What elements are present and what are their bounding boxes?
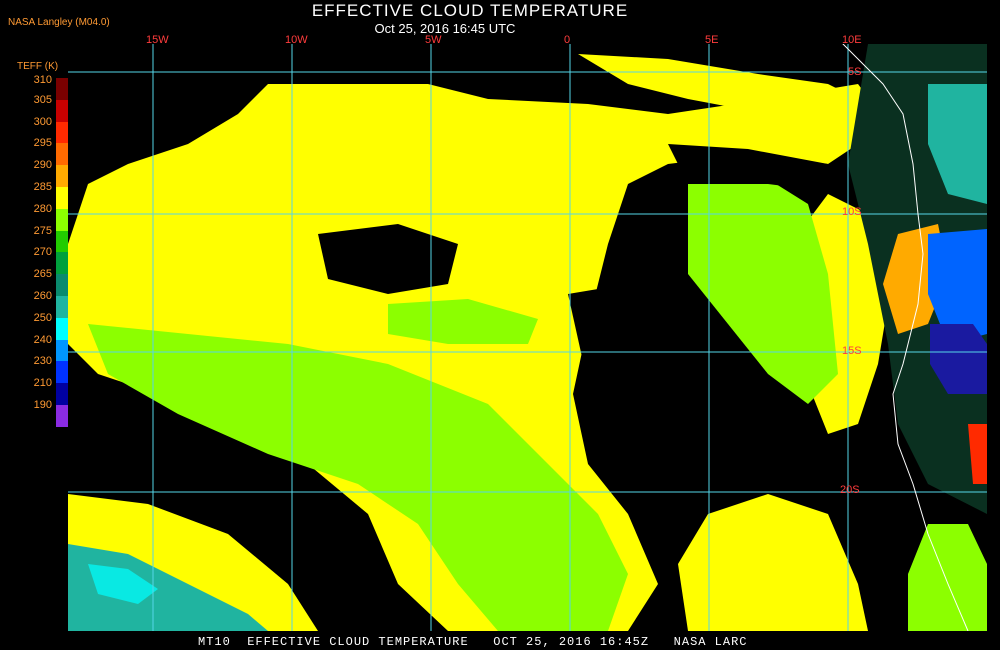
- legend-label-230: 230: [33, 355, 52, 368]
- lon-label-10w: 10W: [285, 34, 308, 46]
- lon-label-0: 0: [564, 34, 571, 46]
- lat-label-10s: 10S: [842, 206, 862, 218]
- lon-label-15w: 15W: [146, 34, 169, 46]
- legend-label-280: 280: [33, 202, 52, 215]
- lon-label-10e: 10E: [842, 34, 862, 46]
- satellite-map[interactable]: [68, 44, 987, 631]
- legend-label-285: 285: [33, 181, 52, 193]
- legend-label-265: 265: [33, 268, 52, 281]
- legend-label-295: 295: [33, 137, 52, 150]
- legend-label-300: 300: [33, 115, 52, 128]
- legend-label-310: 310: [33, 74, 52, 86]
- legend-label-250: 250: [33, 311, 52, 324]
- legend-label-190: 190: [33, 399, 52, 411]
- lat-label-15s: 15S: [842, 345, 862, 357]
- map-svg: [68, 44, 987, 631]
- legend-label-210: 210: [33, 377, 52, 390]
- lat-label-5s: 5S: [848, 66, 862, 78]
- lon-label-5e: 5E: [705, 34, 719, 46]
- legend-label-260: 260: [33, 290, 52, 302]
- legend-label-290: 290: [33, 159, 52, 172]
- source-label: NASA Langley (M04.0): [8, 17, 110, 28]
- legend-label-305: 305: [33, 93, 52, 106]
- map-subtitle: Oct 25, 2016 16:45 UTC: [374, 21, 516, 36]
- lon-label-5w: 5W: [425, 34, 442, 46]
- legend-label-275: 275: [33, 224, 52, 237]
- legend-title: TEFF (K): [17, 61, 59, 72]
- legend-label-270: 270: [33, 246, 52, 259]
- footer-caption: MT10 EFFECTIVE CLOUD TEMPERATURE OCT 25,…: [198, 635, 748, 649]
- legend-label-240: 240: [33, 333, 52, 346]
- map-title: EFFECTIVE CLOUD TEMPERATURE: [311, 1, 629, 20]
- lat-label-20s: 20S: [840, 484, 860, 496]
